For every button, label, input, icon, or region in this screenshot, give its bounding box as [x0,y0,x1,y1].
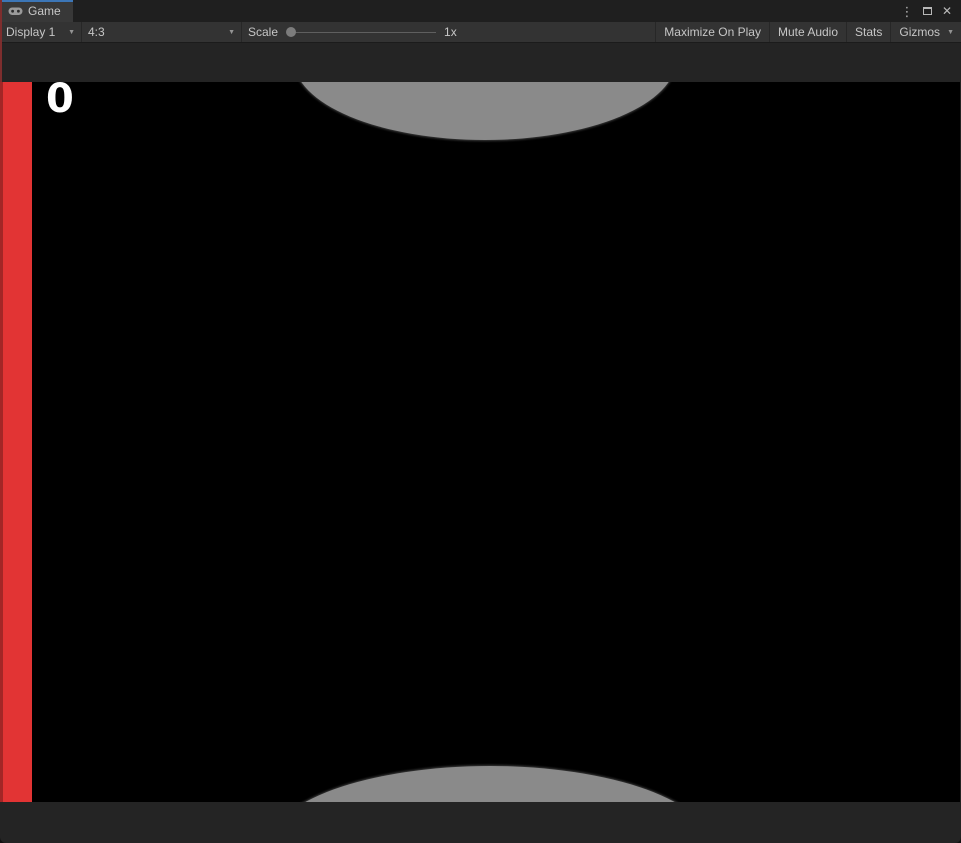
tab-bar-spacer [73,0,899,22]
unity-game-window: Game ⋮ ✕ Display 1 ▼ 4:3 ▼ Scale 1x Maxi… [0,0,961,843]
game-toolbar: Display 1 ▼ 4:3 ▼ Scale 1x Maximize On P… [0,22,961,43]
scale-slider[interactable] [286,22,436,43]
gizmos-control: Gizmos ▼ [890,22,961,42]
toolbar-right-buttons: Maximize On Play Mute Audio Stats Gizmos… [655,22,961,42]
scale-slider-track[interactable] [290,32,436,33]
close-icon[interactable]: ✕ [939,3,955,19]
top-pipe-ellipse [294,82,676,140]
game-viewport[interactable]: 0 [0,82,960,802]
window-menu-icon[interactable]: ⋮ [899,3,915,19]
aspect-ratio-dropdown[interactable]: 4:3 ▼ [82,22,242,42]
gamepad-icon [8,5,23,19]
player-red-bar [0,82,32,802]
tab-label: Game [28,4,61,18]
bottom-pipe-ellipse [269,766,711,802]
game-view-area: 0 [0,43,961,842]
scale-slider-knob[interactable] [286,27,296,37]
stats-button[interactable]: Stats [846,22,890,42]
aspect-ratio-value: 4:3 [88,25,105,39]
gizmos-button[interactable]: Gizmos [891,22,944,42]
maximize-square-glyph [923,7,932,15]
maximize-icon[interactable] [919,3,935,19]
chevron-down-icon: ▼ [68,29,75,36]
tab-game[interactable]: Game [0,0,73,22]
tab-bar: Game ⋮ ✕ [0,0,961,22]
score-text: 0 [46,82,74,121]
scale-value: 1x [444,25,457,39]
window-left-edge [0,0,2,82]
maximize-on-play-button[interactable]: Maximize On Play [655,22,769,42]
mute-audio-button[interactable]: Mute Audio [769,22,846,42]
scale-label: Scale [248,25,278,39]
active-tab-indicator [0,0,73,2]
chevron-down-icon: ▼ [228,29,235,36]
scale-control: Scale 1x [242,22,457,42]
display-dropdown-value: Display 1 [6,25,55,39]
window-controls: ⋮ ✕ [899,0,961,22]
display-dropdown[interactable]: Display 1 ▼ [0,22,82,42]
gizmos-dropdown-arrow[interactable]: ▼ [944,22,961,42]
